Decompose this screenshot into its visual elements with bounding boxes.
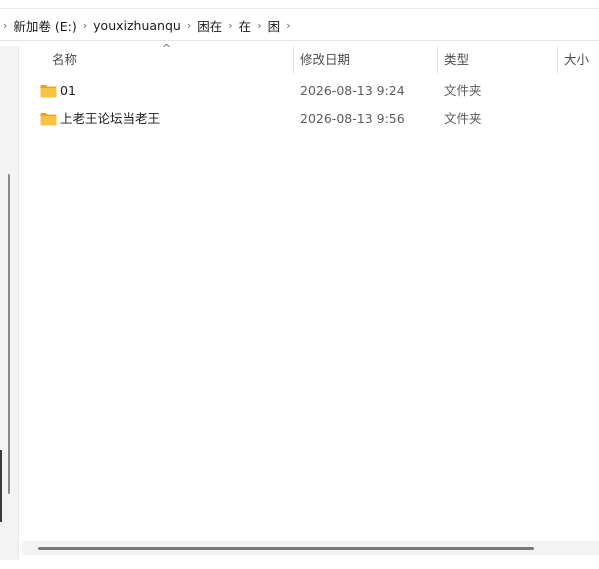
file-date-modified: 2026-08-13 9:24 xyxy=(300,83,405,98)
navigation-pane xyxy=(0,46,19,560)
breadcrumb-item-youxizhuanqu[interactable]: youxizhuanqu xyxy=(92,16,182,35)
column-header: ^ 名称 修改日期 类型 大小 xyxy=(22,42,599,74)
column-size[interactable]: 大小 xyxy=(564,46,589,74)
breadcrumb-separator-icon[interactable]: › xyxy=(182,19,196,32)
bottom-edge xyxy=(0,560,599,569)
breadcrumb-separator-icon[interactable]: › xyxy=(0,19,12,32)
column-date-modified[interactable]: 修改日期 xyxy=(300,46,350,74)
file-name: 上老王论坛当老王 xyxy=(60,111,161,126)
file-row-01[interactable]: 01 2026-08-13 9:24 文件夹 xyxy=(22,77,599,105)
breadcrumb-item-folder-2[interactable]: 在 xyxy=(238,14,253,37)
breadcrumb-item-folder-1[interactable]: 困在 xyxy=(196,14,223,37)
column-type[interactable]: 类型 xyxy=(444,46,469,74)
column-divider[interactable] xyxy=(437,46,438,74)
pane-splitter[interactable] xyxy=(0,450,2,522)
breadcrumb-separator-icon[interactable]: › xyxy=(78,19,92,32)
column-divider[interactable] xyxy=(557,46,558,74)
file-type: 文件夹 xyxy=(444,111,482,126)
file-row-laowang[interactable]: 上老王论坛当老王 2026-08-13 9:56 文件夹 xyxy=(22,105,599,133)
breadcrumb-separator-icon[interactable]: › xyxy=(252,19,266,32)
column-name[interactable]: 名称 xyxy=(52,46,77,74)
navigation-pane-scrollbar[interactable] xyxy=(8,174,10,494)
file-type: 文件夹 xyxy=(444,83,482,98)
file-date-modified: 2026-08-13 9:56 xyxy=(300,111,405,126)
folder-icon xyxy=(40,113,57,126)
breadcrumb-item-drive[interactable]: 新加卷 (E:) xyxy=(12,14,77,37)
breadcrumb-separator-icon[interactable]: › xyxy=(223,19,237,32)
file-name: 01 xyxy=(60,83,76,98)
breadcrumb[interactable]: › 新加卷 (E:) › youxizhuanqu › 困在 › 在 › 困 › xyxy=(0,10,599,41)
sort-ascending-icon: ^ xyxy=(162,42,172,55)
column-divider[interactable] xyxy=(293,46,294,74)
breadcrumb-separator-icon[interactable]: › xyxy=(281,19,295,32)
horizontal-scrollbar[interactable] xyxy=(22,541,599,555)
top-edge xyxy=(0,0,599,9)
file-explorer-window: › 新加卷 (E:) › youxizhuanqu › 困在 › 在 › 困 ›… xyxy=(0,0,599,569)
file-list: 01 2026-08-13 9:24 文件夹 上老王论坛当老王 2026-08-… xyxy=(22,77,599,133)
folder-icon xyxy=(40,85,57,98)
horizontal-scrollbar-thumb[interactable] xyxy=(38,547,534,550)
breadcrumb-item-current[interactable]: 困 xyxy=(267,14,282,37)
